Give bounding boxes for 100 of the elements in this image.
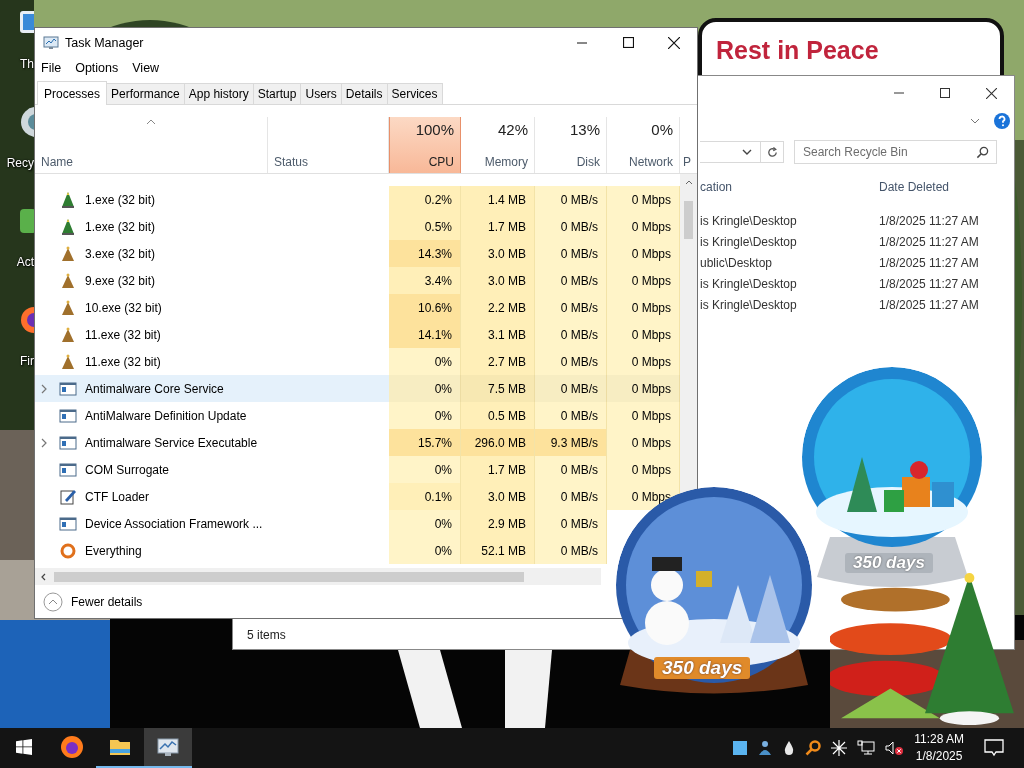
table-cell: 0 MB/s [535, 213, 607, 240]
help-icon[interactable] [994, 113, 1010, 129]
table-cell: 15.7% [389, 429, 461, 456]
window-icon [59, 379, 77, 398]
minimize-icon [894, 92, 904, 94]
table-cell: 3.0 MB [461, 267, 535, 294]
tab[interactable]: Performance [106, 83, 185, 104]
table-cell: 0 MB/s [535, 321, 607, 348]
chevron-icon[interactable] [742, 149, 752, 155]
tab[interactable]: Services [386, 83, 443, 104]
process-cell[interactable]: COM Surrogate [35, 456, 389, 483]
table-cell: 1.7 MB [461, 213, 535, 240]
menu-item[interactable]: File [41, 61, 62, 75]
clock-time: 11:28 AM [914, 731, 964, 748]
search-icon[interactable] [976, 146, 989, 159]
task-manager-button[interactable] [144, 728, 192, 768]
person-icon[interactable] [757, 740, 774, 756]
process-cell[interactable]: 11.exe (32 bit) [35, 321, 389, 348]
search-icon[interactable] [805, 740, 822, 756]
note-text: Rest in Peace [716, 36, 879, 64]
asterisk-icon[interactable] [831, 740, 848, 756]
table-cell: 0 MB/s [535, 537, 607, 564]
table-cell: 1/8/2025 11:27 AM [879, 276, 979, 291]
square-icon[interactable] [733, 741, 748, 755]
column-header[interactable]: 42% Memory [461, 117, 535, 173]
close-icon [668, 36, 680, 49]
table-cell: 0.5% [389, 213, 461, 240]
windows-logo-icon [16, 739, 32, 755]
table-cell: 0 MB/s [535, 483, 607, 510]
desktop-icon-label[interactable]: Recy [6, 156, 34, 170]
column-header[interactable]: P [680, 117, 697, 173]
column-percent: 100% [415, 121, 454, 138]
column-header[interactable]: cation [700, 180, 879, 194]
tree-icon [59, 325, 77, 344]
chevron-icon[interactable] [970, 118, 980, 124]
column-label: Memory [484, 155, 528, 169]
table-cell: 2.9 MB [461, 510, 535, 537]
gadget-label: 350 days [654, 657, 751, 679]
ring-icon [59, 541, 77, 560]
table-cell: 14.1% [389, 321, 461, 348]
scroll-up-icon[interactable] [684, 180, 693, 185]
table-cell: 3.0 MB [461, 483, 535, 510]
table-cell: 0 Mbps [607, 321, 680, 348]
pen-icon [59, 487, 77, 506]
column-header[interactable]: 13% Disk [535, 117, 607, 173]
process-cell[interactable]: Everything [35, 537, 389, 564]
network-icon[interactable] [857, 740, 876, 756]
tab[interactable]: App history [183, 83, 254, 104]
drop-icon[interactable] [783, 740, 796, 756]
scrollbar[interactable] [35, 568, 601, 585]
table-cell: 0 MB/s [535, 510, 607, 537]
process-cell[interactable]: Device Association Framework ... [35, 510, 389, 537]
desktop-icon-label[interactable]: Th [20, 57, 34, 71]
column-header[interactable]: 0% Network [607, 117, 680, 173]
window-icon [59, 433, 77, 452]
column-header[interactable]: Date Deleted [879, 180, 950, 194]
column-header[interactable]: 100% CPU [389, 117, 461, 173]
tab[interactable]: Users [300, 83, 342, 104]
process-cell[interactable]: CTF Loader [35, 483, 389, 510]
tab[interactable]: Details [340, 83, 388, 104]
search-field[interactable]: Search Recycle Bin [794, 140, 997, 164]
tab[interactable]: Processes [37, 81, 108, 105]
table-cell: 0 MB/s [535, 267, 607, 294]
table-cell-text: is Kringle\Desktop [700, 213, 798, 228]
menu-item[interactable]: Options [75, 61, 119, 75]
speaker-muted-icon[interactable] [885, 740, 904, 756]
table-cell: 0 MB/s [535, 348, 607, 375]
table-cell: 1/8/2025 11:27 AM [879, 255, 979, 270]
maximize-icon [622, 37, 634, 48]
process-cell[interactable]: AntiMalware Definition Update [35, 402, 389, 429]
process-cell[interactable]: 1.exe (32 bit) [35, 186, 389, 213]
close-icon [985, 87, 997, 99]
refresh-button[interactable] [760, 141, 784, 163]
table-cell-text: is Kringle\Desktop [700, 297, 798, 312]
clock[interactable]: 11:28 AM 1/8/2025 [914, 728, 964, 768]
process-cell[interactable]: 3.exe (32 bit) [35, 240, 389, 267]
process-cell[interactable]: 1.exe (32 bit) [35, 213, 389, 240]
process-cell[interactable]: 9.exe (32 bit) [35, 267, 389, 294]
process-cell[interactable]: Antimalware Service Executable [35, 429, 389, 456]
process-cell[interactable]: 10.exe (32 bit) [35, 294, 389, 321]
process-cell[interactable]: 11.exe (32 bit) [35, 348, 389, 375]
process-cell[interactable]: Antimalware Core Service [35, 375, 389, 402]
desktop-icon-label[interactable]: Fir [20, 354, 34, 368]
window-icon [59, 406, 77, 425]
table-cell: 0 MB/s [535, 240, 607, 267]
table-cell: 0 Mbps [607, 294, 680, 321]
table-cell: 0 Mbps [607, 213, 680, 240]
tab[interactable]: Startup [252, 83, 302, 104]
tree-icon [59, 352, 77, 371]
menu-item[interactable]: View [132, 61, 160, 75]
notification-icon[interactable] [984, 739, 1004, 757]
fewer-details-button[interactable]: Fewer details [43, 591, 143, 612]
column-header[interactable]: Name [35, 117, 268, 173]
sort-caret-icon [146, 119, 156, 125]
desktop-icon-label[interactable]: Act [16, 255, 34, 269]
window-icon [59, 514, 77, 533]
window-title: Task Manager [65, 35, 144, 50]
table-cell: 10.6% [389, 294, 461, 321]
table-cell: 0% [389, 402, 461, 429]
scroll-left-icon[interactable] [41, 572, 46, 581]
